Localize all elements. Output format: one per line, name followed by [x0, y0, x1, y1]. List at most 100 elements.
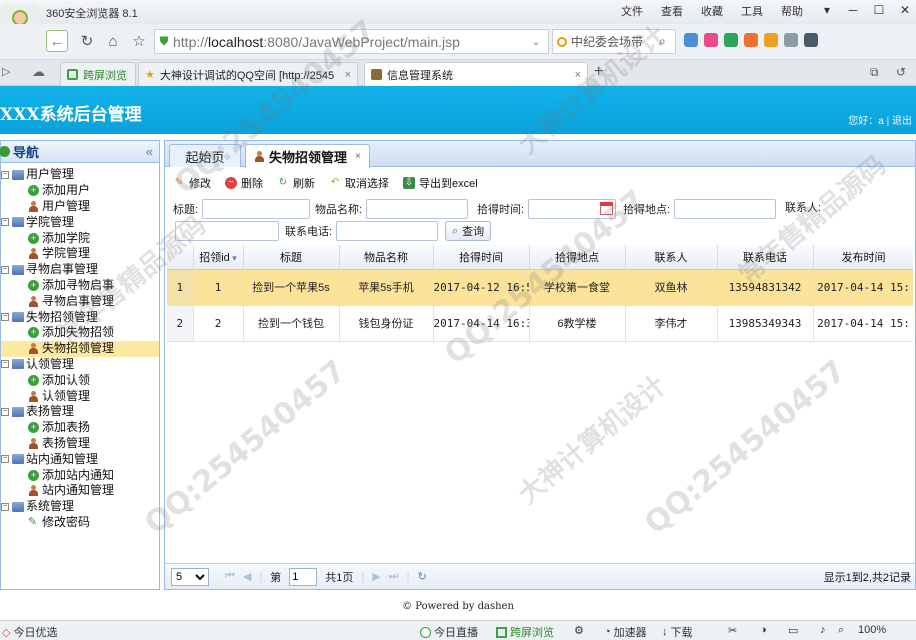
table-row[interactable]: 2 2 捡到一个钱包 钱包身份证 2017-04-14 16:3 6教学楼 李伟…: [167, 305, 913, 342]
tree-group[interactable]: − 用户管理: [1, 167, 159, 183]
phone-input[interactable]: [336, 221, 439, 241]
home-icon[interactable]: ⌂: [102, 30, 124, 52]
sidebar-item[interactable]: 用户管理: [1, 199, 159, 215]
security-icon[interactable]: [724, 33, 738, 47]
sidebar-item[interactable]: + 添加失物招领: [1, 325, 159, 341]
contact-input[interactable]: [175, 221, 279, 241]
close-tab-icon[interactable]: ×: [345, 69, 351, 81]
dropdown-chevron-icon[interactable]: ⌄: [527, 32, 545, 50]
item-name-input[interactable]: [366, 199, 469, 219]
menu-favorites[interactable]: 收藏: [692, 3, 732, 19]
tab-list-icon[interactable]: ⧉: [870, 65, 879, 80]
tree-group[interactable]: − 系统管理: [1, 499, 159, 515]
search-input[interactable]: 中纪委会场带: [571, 33, 655, 50]
close-icon[interactable]: ✕: [892, 0, 916, 20]
calendar-icon[interactable]: [600, 202, 614, 215]
new-tab-icon[interactable]: +: [594, 63, 603, 81]
sidebar-item[interactable]: ✎ 修改密码: [1, 515, 159, 531]
sidebar-item[interactable]: 寻物启事管理: [1, 293, 159, 309]
back-button[interactable]: ←: [46, 30, 68, 52]
status-zoom[interactable]: 100%: [858, 624, 886, 636]
tree-group[interactable]: − 寻物启事管理: [1, 262, 159, 278]
close-tab-icon[interactable]: ×: [575, 69, 581, 81]
star-icon[interactable]: ☆: [128, 30, 150, 52]
tab-lost-found[interactable]: 失物招领管理 ×: [245, 144, 370, 168]
status-search-icon[interactable]: ⌕: [838, 624, 844, 637]
address-bar[interactable]: ⛊ http://localhost:8080/JavaWebProject/m…: [154, 29, 549, 54]
close-tab-icon[interactable]: ×: [355, 151, 361, 162]
menu-tools[interactable]: 工具: [732, 3, 772, 19]
page-size-select[interactable]: 5: [171, 567, 209, 586]
sidebar-item[interactable]: 站内通知管理: [1, 483, 159, 499]
sidebar-item[interactable]: + 添加站内通知: [1, 467, 159, 483]
column-header[interactable]: 标题: [243, 245, 340, 270]
apps-icon[interactable]: [684, 33, 698, 47]
search-box[interactable]: 中纪委会场带 ⌕: [552, 29, 676, 54]
menu-help[interactable]: 帮助: [772, 3, 812, 19]
refresh-icon[interactable]: ↻: [76, 30, 98, 52]
user-greeting[interactable]: 您好：a | 退出: [848, 112, 912, 127]
status-gear-icon[interactable]: ⚙: [574, 624, 584, 637]
tree-group[interactable]: − 学院管理: [1, 214, 159, 230]
column-header[interactable]: 物品名称: [339, 245, 434, 270]
export-excel-button[interactable]: ⇩ 导出到excel: [403, 175, 478, 191]
cloud-icon[interactable]: ☁: [32, 64, 45, 80]
tree-toggle-icon[interactable]: −: [1, 218, 9, 227]
status-window-icon[interactable]: ▭: [788, 624, 798, 637]
tree-group[interactable]: − 认领管理: [1, 357, 159, 373]
tree-toggle-icon[interactable]: −: [1, 407, 9, 416]
wallet-icon[interactable]: [764, 33, 778, 47]
tree-toggle-icon[interactable]: −: [1, 502, 9, 511]
tree-group[interactable]: − 失物招领管理: [1, 309, 159, 325]
status-live[interactable]: 今日直播: [420, 624, 478, 640]
tree-toggle-icon[interactable]: −: [1, 265, 9, 274]
edit-button[interactable]: ✎ 修改: [173, 175, 211, 191]
reload-icon[interactable]: ↻: [417, 570, 426, 583]
minimize-icon[interactable]: ─: [840, 0, 866, 20]
status-theme-icon[interactable]: ◑: [760, 624, 767, 636]
translate-icon[interactable]: [744, 33, 758, 47]
last-page-icon[interactable]: ⏭: [389, 570, 399, 583]
tree-toggle-icon[interactable]: −: [1, 170, 9, 179]
status-screenshot-icon[interactable]: ✂: [728, 624, 737, 637]
column-header[interactable]: 发布时间: [813, 245, 913, 270]
screenshot-icon[interactable]: [784, 33, 798, 47]
browser-tab-crossscreen[interactable]: 跨屏浏览: [60, 62, 136, 86]
next-page-icon[interactable]: ▶: [372, 570, 380, 583]
column-header[interactable]: 拾得时间: [433, 245, 530, 270]
tree-toggle-icon[interactable]: −: [1, 313, 9, 322]
column-header[interactable]: 招领id ▾: [193, 245, 244, 270]
page-number-input[interactable]: [289, 567, 318, 586]
sidebar-item[interactable]: 表扬管理: [1, 436, 159, 452]
tab-home[interactable]: 起始页: [169, 144, 241, 167]
maximize-icon[interactable]: ☐: [866, 0, 892, 20]
sidebar-item[interactable]: + 添加用户: [1, 183, 159, 199]
restore-tab-icon[interactable]: ↺: [896, 65, 906, 79]
sidebar-item[interactable]: + 添加表扬: [1, 420, 159, 436]
column-header[interactable]: 联系电话: [717, 245, 814, 270]
status-crossscreen[interactable]: 跨屏浏览: [496, 624, 554, 640]
sidebar-item[interactable]: + 添加学院: [1, 230, 159, 246]
delete-button[interactable]: − 删除: [225, 175, 263, 191]
status-download[interactable]: ↓ 下载: [662, 624, 693, 640]
menu-view[interactable]: 查看: [652, 3, 692, 19]
search-icon[interactable]: ⌕: [659, 34, 666, 49]
cancel-select-button[interactable]: ↶ 取消选择: [329, 175, 389, 191]
tree-group[interactable]: − 表扬管理: [1, 404, 159, 420]
extension-icon[interactable]: [704, 33, 718, 47]
column-header[interactable]: 拾得地点: [529, 245, 626, 270]
sidebar-item[interactable]: 学院管理: [1, 246, 159, 262]
tree-toggle-icon[interactable]: −: [1, 455, 9, 464]
collapse-icon[interactable]: «: [146, 144, 153, 159]
sidebar-item[interactable]: 失物招领管理: [1, 340, 159, 357]
status-accelerator[interactable]: ◔ 加速器: [604, 624, 647, 640]
sidebar-item[interactable]: + 添加寻物启事: [1, 278, 159, 294]
first-page-icon[interactable]: ⏮: [225, 570, 235, 583]
browser-tab-qzone[interactable]: ★ 大神设计调试的QQ空间 [http://2545 ×: [138, 62, 358, 86]
tree-group[interactable]: − 站内通知管理: [1, 451, 159, 467]
skin-icon[interactable]: ▾: [814, 0, 840, 20]
title-input[interactable]: [202, 199, 311, 219]
query-button[interactable]: ⌕ 查询: [445, 221, 492, 241]
tree-toggle-icon[interactable]: −: [1, 360, 9, 369]
sidebar-item[interactable]: 认领管理: [1, 388, 159, 404]
